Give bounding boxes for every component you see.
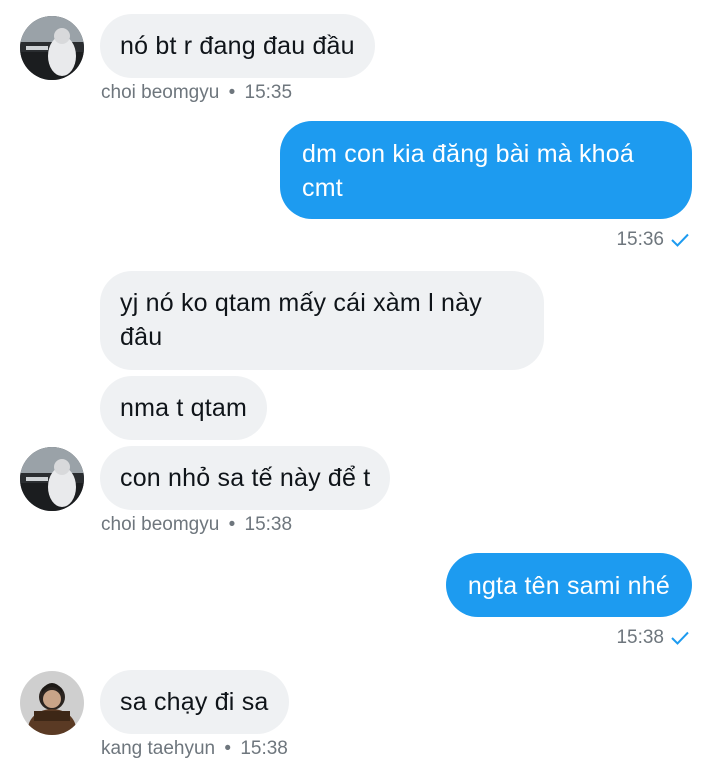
timestamp: 15:38 — [616, 627, 664, 648]
message-meta: 15:38 — [616, 626, 690, 650]
sender-name[interactable]: kang taehyun — [101, 738, 215, 759]
sender-name[interactable]: choi beomgyu — [101, 82, 219, 103]
message-text: nma t qtam — [120, 394, 248, 422]
message-bubble-outgoing[interactable]: ngta tên sami nhé — [445, 553, 692, 617]
timestamp: 15:38 — [244, 514, 293, 535]
message-text-line: đâu — [120, 323, 163, 351]
message-meta: 15:36 — [616, 228, 690, 252]
message-text-line: dm con kia đăng bài mà khoá — [302, 140, 634, 168]
avatar-photo — [20, 16, 84, 80]
message-text: ngta tên sami nhé — [467, 572, 670, 600]
separator: • — [224, 738, 232, 759]
timestamp: 15:38 — [240, 738, 288, 759]
message-meta: choi beomgyu • 15:35 — [101, 81, 292, 105]
message-bubble-incoming[interactable]: nó bt r đang đau đầu — [100, 14, 375, 78]
message-bubble-incoming[interactable]: nma t qtam — [100, 376, 268, 440]
message-text-line: yj nó ko qtam mấy cái xàm l này — [120, 289, 482, 317]
message-meta: kang taehyun • 15:38 — [101, 737, 288, 761]
message-bubble-incoming[interactable]: yj nó ko qtam mấy cái xàm l này đâu — [100, 271, 544, 370]
separator: • — [228, 514, 236, 535]
avatar-kang-taehyun[interactable] — [20, 671, 84, 735]
avatar-choi-beomgyu[interactable] — [20, 447, 84, 511]
avatar-photo — [20, 447, 84, 511]
message-meta: choi beomgyu • 15:38 — [101, 513, 292, 537]
message-text: con nhỏ sa tế này để t — [120, 464, 371, 492]
avatar-photo — [20, 671, 84, 735]
message-text-line: cmt — [302, 174, 343, 202]
timestamp: 15:35 — [244, 82, 293, 103]
message-text: nó bt r đang đau đầu — [120, 32, 355, 60]
message-bubble-incoming[interactable]: sa chạy đi sa — [100, 670, 289, 734]
message-bubble-incoming[interactable]: con nhỏ sa tế này để t — [100, 446, 391, 510]
message-bubble-outgoing[interactable]: dm con kia đăng bài mà khoá cmt — [280, 121, 692, 219]
avatar-choi-beomgyu[interactable] — [20, 16, 84, 80]
timestamp: 15:36 — [616, 229, 664, 250]
checkmark-icon — [671, 233, 689, 247]
message-text: sa chạy đi sa — [120, 688, 269, 716]
checkmark-icon — [671, 631, 689, 645]
separator: • — [228, 82, 236, 103]
sender-name[interactable]: choi beomgyu — [101, 514, 219, 535]
